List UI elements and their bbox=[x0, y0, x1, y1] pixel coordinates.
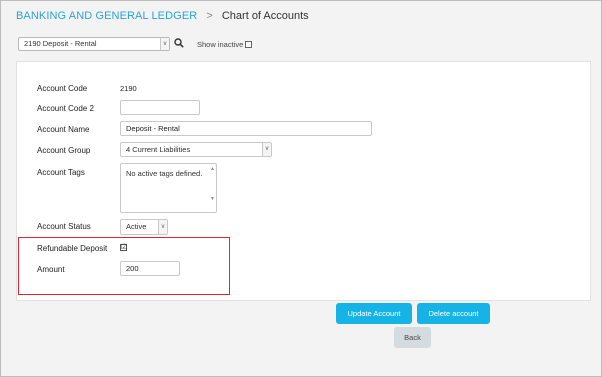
account-group-value: 4 Current Liabilities bbox=[126, 145, 191, 154]
breadcrumb-module[interactable]: BANKING AND GENERAL LEDGER bbox=[16, 10, 197, 22]
account-status-select[interactable]: Active v bbox=[120, 219, 168, 235]
show-inactive-checkbox[interactable] bbox=[245, 41, 253, 48]
account-status-label: Account Status bbox=[37, 222, 91, 231]
account-selector[interactable]: 2190 Deposit - Rental v bbox=[18, 37, 170, 51]
breadcrumb: BANKING AND GENERAL LEDGER > Chart of Ac… bbox=[16, 10, 309, 22]
scrollbar-arrows-icon[interactable]: ▲ ▼ bbox=[210, 166, 215, 202]
search-icon[interactable] bbox=[174, 38, 184, 48]
page-title: Chart of Accounts bbox=[221, 10, 309, 22]
refundable-deposit-checkbox[interactable]: ☑ bbox=[120, 244, 127, 251]
back-button[interactable]: Back bbox=[394, 327, 431, 348]
show-inactive-toggle[interactable]: Show inactive bbox=[197, 40, 253, 49]
account-tags-value: No active tags defined. bbox=[126, 169, 203, 178]
account-status-value: Active bbox=[126, 222, 147, 231]
breadcrumb-separator: > bbox=[206, 10, 213, 22]
account-code-2-input[interactable] bbox=[120, 100, 200, 115]
amount-label: Amount bbox=[37, 265, 65, 274]
account-name-label: Account Name bbox=[37, 125, 90, 134]
account-name-input[interactable]: Deposit - Rental bbox=[120, 121, 372, 136]
refundable-deposit-label: Refundable Deposit bbox=[37, 244, 108, 253]
account-group-select[interactable]: 4 Current Liabilities v bbox=[120, 142, 272, 157]
account-selector-value: 2190 Deposit - Rental bbox=[24, 39, 97, 48]
chevron-down-icon[interactable]: v bbox=[262, 143, 271, 156]
update-account-button[interactable]: Update Account bbox=[336, 303, 412, 324]
account-tags-label: Account Tags bbox=[37, 168, 85, 177]
chevron-down-icon[interactable]: v bbox=[158, 220, 167, 234]
account-code-label: Account Code bbox=[37, 84, 88, 93]
delete-account-button[interactable]: Delete account bbox=[417, 303, 490, 324]
amount-input[interactable]: 200 bbox=[120, 261, 180, 276]
account-group-label: Account Group bbox=[37, 146, 91, 155]
account-code-2-label: Account Code 2 bbox=[37, 104, 94, 113]
chevron-down-icon[interactable]: v bbox=[160, 38, 169, 50]
show-inactive-label: Show inactive bbox=[197, 40, 244, 49]
account-tags-field[interactable]: No active tags defined. ▲ ▼ bbox=[120, 163, 217, 213]
account-code-value: 2190 bbox=[120, 84, 137, 93]
